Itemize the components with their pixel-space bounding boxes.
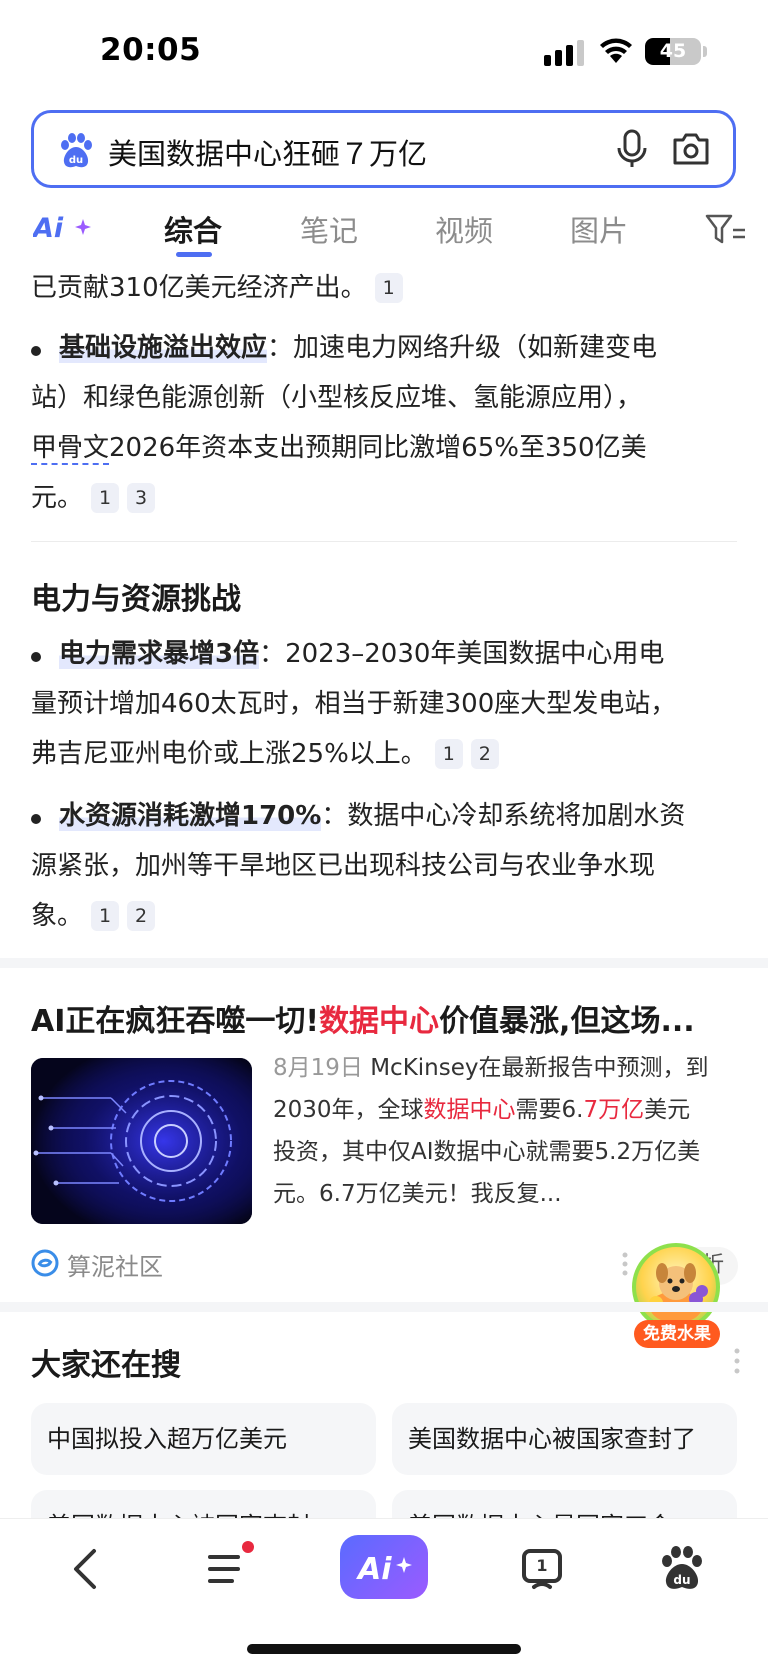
- ai-assistant-button[interactable]: Ai: [340, 1535, 428, 1599]
- wifi-icon: [600, 38, 632, 63]
- answer-text: 弗吉尼亚州电价或上涨25%以上。: [31, 739, 427, 769]
- svg-text:Ai: Ai: [356, 1552, 392, 1587]
- search-box[interactable]: du 美国数据中心狂砸７万亿: [31, 110, 736, 188]
- entity-link-oracle[interactable]: 甲骨文: [31, 433, 110, 465]
- bottom-nav-bar: Ai 1 du: [0, 1518, 768, 1665]
- answer-line: 源紧张，加州等干旱地区已出现科技公司与农业争水现: [31, 851, 656, 881]
- menu-icon[interactable]: [198, 1539, 258, 1599]
- bullet-heading: 水资源消耗激增170%: [59, 801, 322, 831]
- answer-line: 站）和绿色能源创新（小型核反应堆、氢能源应用），: [31, 383, 643, 413]
- promo-mascot-icon: [632, 1243, 720, 1331]
- tech-circuit-image: [31, 1058, 252, 1224]
- citation-ref[interactable]: 1: [434, 739, 463, 769]
- search-input[interactable]: 美国数据中心狂砸７万亿: [108, 131, 427, 173]
- bullet-dot: [31, 814, 41, 824]
- article-title[interactable]: AI正在疯狂吞噬一切!数据中心价值暴涨,但这场...: [31, 996, 695, 1040]
- article-snippet-line: 8月19日 McKinsey在最新报告中预测，到: [273, 1052, 709, 1084]
- active-tab-indicator: [176, 252, 212, 257]
- source-logo-icon: [31, 1249, 59, 1277]
- snippet-text: 美元: [644, 1097, 691, 1123]
- more-options-icon[interactable]: [734, 1348, 740, 1374]
- snippet-keyword: 7万亿: [583, 1097, 645, 1123]
- battery-percent: 45: [659, 40, 687, 62]
- article-snippet-line: 元。6.7万亿美元！我反复...: [273, 1181, 562, 1207]
- bullet-line: 基础设施溢出效应：加速电力网络升级（如新建变电: [59, 330, 657, 366]
- search-tabs: Ai 综合 笔记 视频 图片: [0, 200, 768, 260]
- ai-plus-icon[interactable]: Ai: [33, 210, 93, 244]
- battery-icon: 45: [645, 38, 701, 65]
- citation-ref[interactable]: 1: [91, 901, 120, 931]
- article-snippet-line: 投资，其中仅AI数据中心就需要5.2万亿美: [273, 1139, 701, 1165]
- answer-text: ：加速电力网络升级（如新建变电: [267, 333, 658, 363]
- citation-ref[interactable]: 2: [127, 901, 156, 931]
- microphone-icon[interactable]: [614, 129, 650, 169]
- citation-ref[interactable]: 2: [470, 739, 499, 769]
- answer-line: 弗吉尼亚州电价或上涨25%以上。 1 2: [31, 736, 499, 772]
- promo-label: 免费水果: [634, 1320, 720, 1348]
- source-name: 算泥社区: [67, 1253, 163, 1281]
- bullet-dot: [31, 346, 41, 356]
- answer-text: ：数据中心冷却系统将加剧水资: [321, 801, 686, 831]
- baidu-paw-icon: du: [61, 133, 92, 168]
- filter-icon[interactable]: [705, 212, 747, 248]
- tab-videos[interactable]: 视频: [435, 208, 493, 250]
- section-heading: 电力与资源挑战: [31, 582, 241, 617]
- bullet-heading: 电力需求暴增3倍: [59, 639, 260, 669]
- home-indicator: [247, 1644, 521, 1654]
- svg-text:1: 1: [536, 1556, 547, 1575]
- tab-notes[interactable]: 笔记: [300, 208, 358, 250]
- title-part: AI正在疯狂吞噬一切!: [31, 1004, 320, 1039]
- svg-text:Ai: Ai: [33, 213, 64, 244]
- article-thumbnail[interactable]: [31, 1058, 252, 1224]
- snippet-text: 需要6.: [515, 1097, 584, 1123]
- answer-line: 甲骨文2026年资本支出预期同比激增65%至350亿美: [31, 430, 647, 466]
- related-search-chip[interactable]: 中国拟投入超万亿美元: [31, 1403, 376, 1475]
- tab-images[interactable]: 图片: [570, 208, 628, 250]
- snippet-text: 2030年，全球: [273, 1097, 424, 1123]
- title-keyword: 数据中心: [319, 1004, 440, 1039]
- related-search-chip[interactable]: 美国数据中心被国家查封了: [392, 1403, 737, 1475]
- status-bar: 20:05 45: [0, 0, 768, 100]
- title-part: 价值暴涨,但这场...: [439, 1004, 695, 1039]
- answer-text: 2026年资本支出预期同比激增65%至350亿美: [109, 433, 647, 463]
- answer-line: 元。 1 3: [31, 480, 156, 516]
- tab-comprehensive[interactable]: 综合: [164, 208, 222, 250]
- citation-ref[interactable]: 3: [127, 483, 156, 513]
- snippet-keyword: 数据中心: [423, 1097, 516, 1123]
- answer-line: 已贡献310亿美元经济产出。 1: [31, 270, 403, 306]
- back-arrow-icon[interactable]: [56, 1539, 116, 1599]
- camera-icon[interactable]: [671, 130, 711, 168]
- bullet-line: 水资源消耗激增170%：数据中心冷却系统将加剧水资: [59, 798, 685, 834]
- bullet-dot: [31, 652, 41, 662]
- card-separator: [0, 1302, 768, 1312]
- answer-text: ：2023–2030年美国数据中心用电: [259, 639, 665, 669]
- article-snippet-line: 2030年，全球数据中心需要6.7万亿美元: [273, 1094, 690, 1126]
- related-searches-title: 大家还在搜: [31, 1348, 181, 1383]
- bullet-line: 电力需求暴增3倍：2023–2030年美国数据中心用电: [59, 636, 664, 672]
- baidu-home-icon[interactable]: du: [652, 1539, 712, 1599]
- ai-assistant-icon: Ai: [356, 1552, 412, 1587]
- battery-cap: [703, 46, 707, 57]
- cellular-signal-icon: [544, 40, 584, 66]
- citation-ref[interactable]: 1: [91, 483, 120, 513]
- snippet-text: McKinsey在最新报告中预测，到: [362, 1055, 709, 1081]
- promo-badge[interactable]: 免费水果: [628, 1243, 724, 1353]
- answer-text: 元。: [31, 483, 84, 513]
- svg-text:du: du: [69, 155, 83, 166]
- answer-text: 象。: [31, 901, 84, 931]
- svg-text:du: du: [673, 1573, 690, 1587]
- bullet-heading: 基础设施溢出效应: [59, 333, 268, 363]
- section-divider: [31, 541, 737, 542]
- answer-line: 量预计增加460太瓦时，相当于新建300座大型发电站，: [31, 689, 677, 719]
- reader-icon[interactable]: 1: [512, 1539, 572, 1599]
- card-separator: [0, 958, 768, 968]
- article-date: 8月19日: [273, 1055, 363, 1081]
- status-time: 20:05: [100, 32, 202, 68]
- answer-line: 象。 1 2: [31, 898, 156, 934]
- answer-text: 已贡献310亿美元经济产出。: [31, 273, 367, 303]
- citation-ref[interactable]: 1: [374, 273, 403, 303]
